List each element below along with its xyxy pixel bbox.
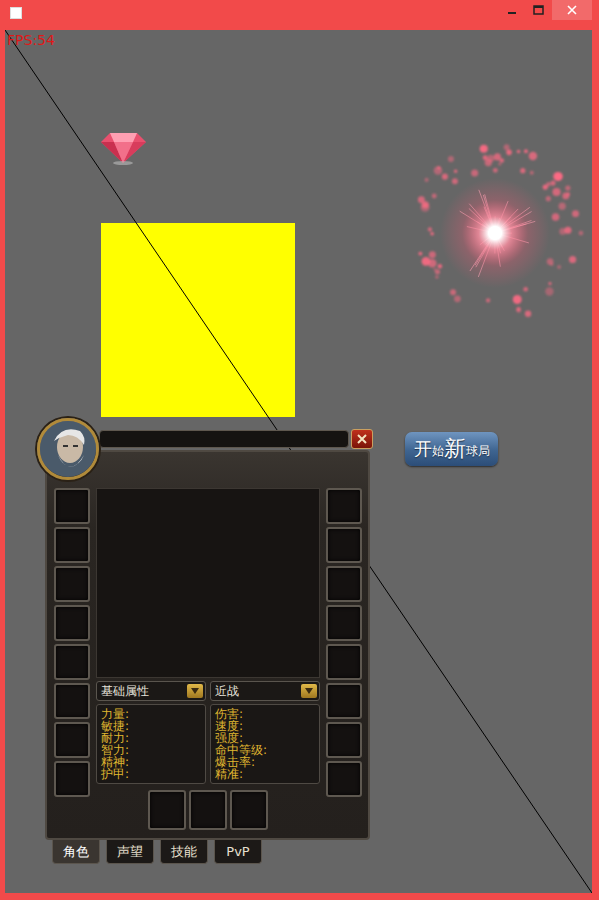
stat-box: 力量:敏捷:耐力:智力:精神:护甲: xyxy=(96,704,206,784)
old-man-portrait-icon xyxy=(40,421,96,477)
character-model-area xyxy=(96,488,320,678)
button-text: 开 xyxy=(414,440,432,458)
weapon-slot[interactable] xyxy=(230,790,268,830)
equipment-slot[interactable] xyxy=(326,683,362,719)
dropdown-label: 基础属性 xyxy=(101,683,149,699)
equipment-slot[interactable] xyxy=(54,566,90,602)
app-icon xyxy=(10,7,22,19)
stat-label: 强度: xyxy=(215,732,315,744)
weapon-slots xyxy=(96,790,320,830)
stat-label: 智力: xyxy=(101,744,201,756)
particle-effect xyxy=(400,138,590,328)
close-icon xyxy=(357,434,367,444)
start-new-game-button[interactable]: 开始新球局 xyxy=(405,432,498,466)
minimize-button[interactable] xyxy=(498,0,525,20)
stat-label: 伤害: xyxy=(215,708,315,720)
equipment-slot[interactable] xyxy=(54,683,90,719)
stat-label: 命中等级: xyxy=(215,744,315,756)
equipment-slot[interactable] xyxy=(326,761,362,797)
panel-close-button[interactable] xyxy=(351,429,373,449)
title-bar xyxy=(5,0,592,30)
panel-center: 基础属性近战力量:敏捷:耐力:智力:精神:护甲:伤害:速度:强度:命中等级:爆击… xyxy=(96,488,320,830)
equipment-slot[interactable] xyxy=(326,644,362,680)
app-window: FPS:54开始新球局基础属性近战力量:敏捷:耐力:智力:精神:护甲:伤害:速度… xyxy=(0,0,599,900)
equipment-slot[interactable] xyxy=(54,605,90,641)
panel-tab[interactable]: PvP xyxy=(214,840,262,864)
button-text: 球局 xyxy=(466,445,490,457)
left-equipment-slots xyxy=(54,488,90,830)
equipment-slot[interactable] xyxy=(54,488,90,524)
dropdown-arrow-icon xyxy=(187,684,203,698)
stat-box: 伤害:速度:强度:命中等级:爆击率:精准: xyxy=(210,704,320,784)
stat-label: 爆击率: xyxy=(215,756,315,768)
game-canvas[interactable]: FPS:54开始新球局基础属性近战力量:敏捷:耐力:智力:精神:护甲:伤害:速度… xyxy=(5,30,592,893)
maximize-icon xyxy=(533,5,544,15)
stat-label: 力量: xyxy=(101,708,201,720)
equipment-slot[interactable] xyxy=(326,488,362,524)
gem-icon[interactable] xyxy=(100,130,147,165)
button-text: 始 xyxy=(432,445,444,457)
panel-tab[interactable]: 声望 xyxy=(106,840,154,864)
right-equipment-slots xyxy=(326,488,362,830)
equipment-slot[interactable] xyxy=(326,527,362,563)
weapon-slot[interactable] xyxy=(148,790,186,830)
equipment-slot[interactable] xyxy=(326,566,362,602)
yellow-sprite xyxy=(101,223,295,417)
stat-label: 护甲: xyxy=(101,768,201,780)
panel-frame: 基础属性近战力量:敏捷:耐力:智力:精神:护甲:伤害:速度:强度:命中等级:爆击… xyxy=(45,450,370,840)
stat-label: 耐力: xyxy=(101,732,201,744)
panel-tabs: 角色声望技能PvP xyxy=(37,840,373,864)
dropdown-row: 基础属性 近战 xyxy=(96,681,320,701)
maximize-button[interactable] xyxy=(525,0,552,20)
equipment-slot[interactable] xyxy=(54,722,90,758)
stat-label: 敏捷: xyxy=(101,720,201,732)
panel-tab[interactable]: 角色 xyxy=(52,840,100,864)
stats-row: 力量:敏捷:耐力:智力:精神:护甲:伤害:速度:强度:命中等级:爆击率:精准: xyxy=(96,704,320,784)
equipment-slot[interactable] xyxy=(326,605,362,641)
equipment-slot[interactable] xyxy=(54,527,90,563)
character-panel[interactable]: 基础属性近战力量:敏捷:耐力:智力:精神:护甲:伤害:速度:强度:命中等级:爆击… xyxy=(37,418,373,864)
minimize-icon xyxy=(507,5,517,15)
dropdown-arrow-icon xyxy=(301,684,317,698)
equipment-slot[interactable] xyxy=(54,644,90,680)
close-icon xyxy=(567,5,577,15)
panel-tab[interactable]: 技能 xyxy=(160,840,208,864)
dropdown-label: 近战 xyxy=(215,683,239,699)
stat-dropdown[interactable]: 近战 xyxy=(210,681,320,701)
stat-dropdown[interactable]: 基础属性 xyxy=(96,681,206,701)
fps-counter: FPS:54 xyxy=(7,32,55,48)
name-bar xyxy=(99,430,349,448)
stat-label: 精神: xyxy=(101,756,201,768)
button-text: 新 xyxy=(444,438,466,460)
stat-label: 速度: xyxy=(215,720,315,732)
portrait xyxy=(37,418,99,480)
stat-label: 精准: xyxy=(215,768,315,780)
close-button[interactable] xyxy=(552,0,592,20)
equipment-slot[interactable] xyxy=(54,761,90,797)
equipment-slot[interactable] xyxy=(326,722,362,758)
weapon-slot[interactable] xyxy=(189,790,227,830)
